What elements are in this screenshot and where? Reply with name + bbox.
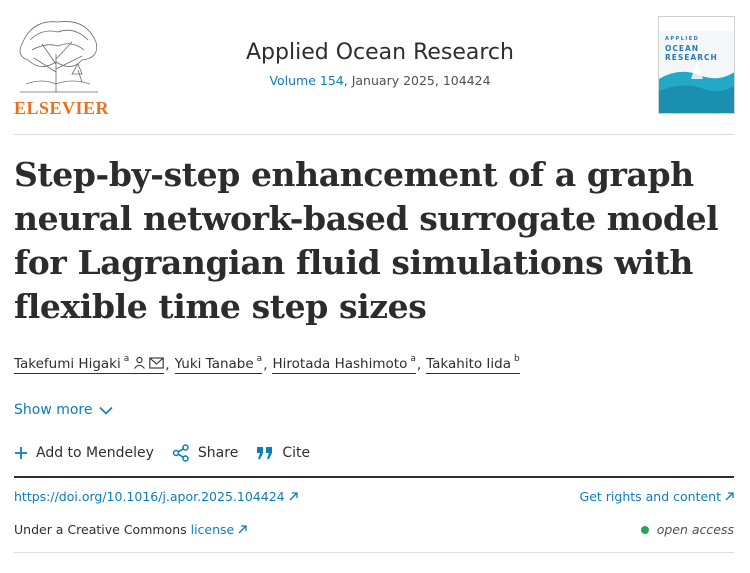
- share-label: Share: [197, 445, 239, 461]
- article-header: ELSEVIER Applied Ocean Research Volume 1…: [0, 0, 750, 134]
- author-link[interactable]: Takahito Iida b: [426, 354, 520, 374]
- open-access-badge: open access: [640, 522, 734, 537]
- journal-info: Applied Ocean Research Volume 154, Janua…: [190, 40, 570, 88]
- journal-title[interactable]: Applied Ocean Research: [246, 40, 514, 65]
- license-prefix: Under a Creative Commons: [14, 522, 191, 537]
- open-access-dot-icon: [640, 525, 649, 534]
- author-list: Takefumi Higaki a , Yuki Tanabe a , Hirota…: [14, 354, 520, 374]
- cover-wave-icon: [659, 61, 734, 113]
- cover-title: APPLIED OCEAN RESEARCH: [665, 35, 718, 62]
- external-link-arrow-icon: [238, 525, 247, 534]
- share-button[interactable]: Share: [172, 444, 238, 462]
- author-separator: ,: [165, 357, 170, 373]
- author-name: Hirotada Hashimoto: [272, 356, 408, 372]
- plus-icon: [15, 447, 27, 459]
- chevron-down-icon: [98, 406, 113, 415]
- doi-row: https://doi.org/10.1016/j.apor.2025.1044…: [14, 489, 734, 504]
- cite-button[interactable]: Cite: [256, 445, 310, 461]
- author-name: Yuki Tanabe: [174, 356, 254, 372]
- cover-top-strip: [659, 17, 734, 31]
- cite-label: Cite: [282, 445, 311, 461]
- open-access-label: open access: [656, 522, 734, 537]
- author-affiliation: a: [256, 354, 263, 364]
- author-name: Takahito Iida: [426, 356, 512, 372]
- divider-bottom: [14, 552, 734, 553]
- divider-actions: [14, 476, 734, 478]
- show-more-button[interactable]: Show more: [14, 402, 113, 418]
- show-more-label: Show more: [14, 402, 93, 418]
- cover-title-line-1: APPLIED: [665, 36, 700, 42]
- rights-link-text: Get rights and content: [579, 489, 721, 504]
- author-name: Takefumi Higaki: [14, 356, 121, 372]
- elsevier-tree-icon: [19, 21, 98, 93]
- author-affiliation: b: [514, 354, 520, 364]
- author-separator: ,: [263, 357, 268, 373]
- share-icon: [172, 444, 189, 462]
- issue-line: Volume 154, January 2025, 104424: [190, 73, 570, 88]
- article-title: Step-by-step enhancement of a graph neur…: [14, 155, 719, 326]
- cover-title-line-2: OCEAN: [665, 44, 700, 53]
- author-link[interactable]: Hirotada Hashimoto a: [272, 354, 416, 374]
- license-statement: Under a Creative Commons license: [14, 522, 247, 537]
- author-link[interactable]: Yuki Tanabe a: [174, 354, 263, 374]
- external-link-arrow-icon: [725, 492, 734, 501]
- external-link-arrow-icon: [289, 492, 298, 501]
- issue-details: , January 2025, 104424: [343, 73, 491, 88]
- journal-cover-image[interactable]: APPLIED OCEAN RESEARCH: [658, 16, 735, 114]
- license-link[interactable]: license: [191, 522, 248, 537]
- elsevier-wordmark: ELSEVIER: [14, 98, 110, 118]
- author-link[interactable]: Takefumi Higaki a: [14, 354, 165, 374]
- person-icon: [134, 356, 146, 369]
- doi-link-text: https://doi.org/10.1016/j.apor.2025.1044…: [14, 489, 285, 504]
- license-link-text: license: [190, 522, 235, 537]
- author-separator: ,: [416, 357, 422, 373]
- author-affiliation: a: [123, 354, 130, 364]
- author-affiliation: a: [410, 354, 416, 364]
- doi-link[interactable]: https://doi.org/10.1016/j.apor.2025.1044…: [14, 489, 298, 504]
- article-actions: Add to Mendeley Share Cite: [14, 444, 328, 462]
- quote-icon: [257, 447, 273, 459]
- elsevier-logo[interactable]: ELSEVIER: [12, 14, 109, 118]
- license-row: Under a Creative Commons license open ac…: [14, 522, 734, 537]
- add-to-mendeley-label: Add to Mendeley: [36, 445, 154, 461]
- divider-top: [14, 134, 734, 135]
- rights-link[interactable]: Get rights and content: [580, 489, 734, 504]
- author-contact-icons: [133, 356, 165, 369]
- envelope-icon: [149, 356, 165, 369]
- volume-link[interactable]: Volume 154: [269, 73, 343, 88]
- add-to-mendeley-button[interactable]: Add to Mendeley: [14, 445, 154, 461]
